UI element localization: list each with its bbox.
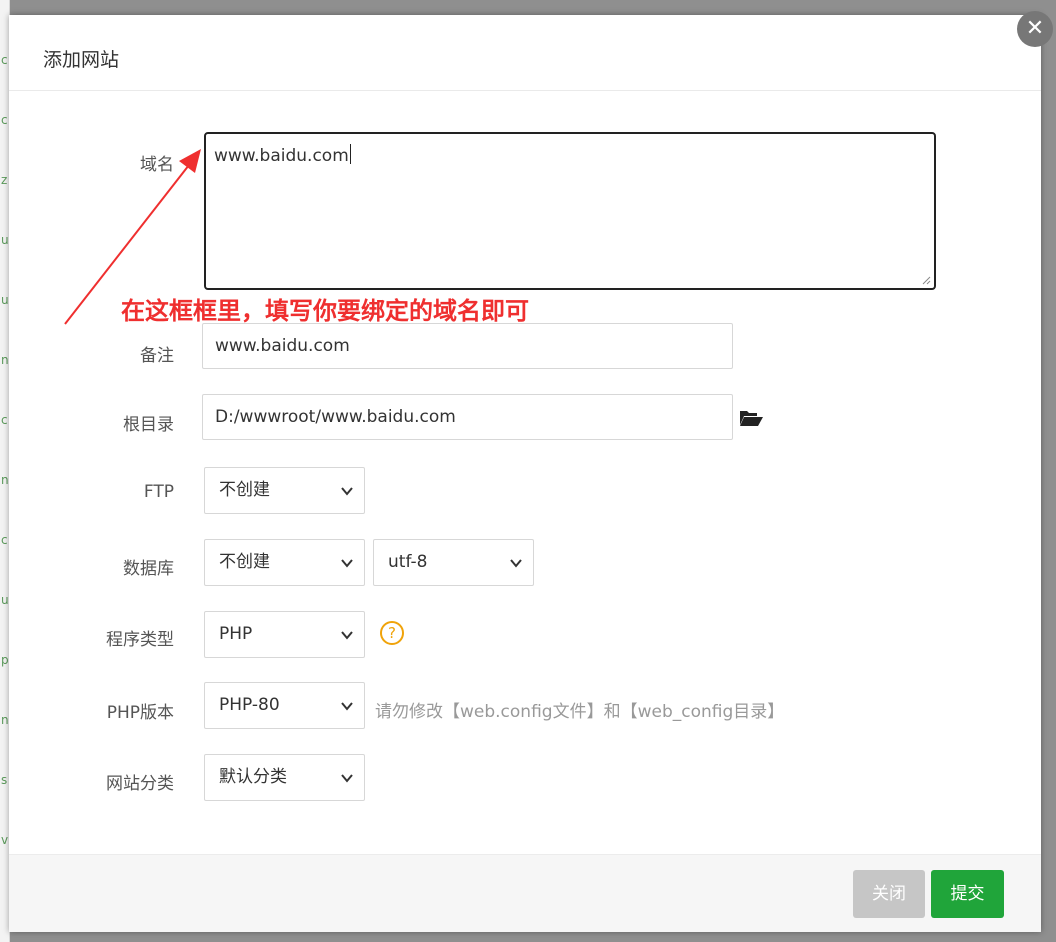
- charset-select[interactable]: utf-8: [373, 539, 534, 586]
- root-dir-label: 根目录: [123, 415, 174, 435]
- background-char: c: [1, 53, 8, 67]
- background-char: v: [1, 833, 9, 847]
- resize-grip-icon[interactable]: [921, 275, 931, 285]
- background-char: z: [1, 173, 8, 187]
- remark-label: 备注: [140, 346, 174, 366]
- background-char: p: [1, 653, 9, 667]
- php-version-hint: 请勿修改【web.config文件】和【web_config目录】: [375, 702, 785, 722]
- background-char: s: [1, 773, 8, 787]
- dialog-title: 添加网站: [43, 49, 120, 71]
- ftp-label: FTP: [143, 482, 174, 502]
- folder-open-icon[interactable]: [738, 406, 764, 428]
- root-dir-value: D:/wwwroot/www.baidu.com: [215, 407, 456, 427]
- annotation-text: 在这框框里，填写你要绑定的域名即可: [121, 297, 529, 325]
- domain-label: 域名: [140, 155, 174, 175]
- domain-value: www.baidu.com: [214, 146, 349, 166]
- charset-selected: utf-8: [388, 552, 428, 572]
- database-label: 数据库: [123, 559, 174, 579]
- ftp-select[interactable]: 不创建: [204, 467, 365, 514]
- text-caret: [349, 144, 351, 164]
- dialog-footer: 关闭 提交: [9, 854, 1041, 932]
- php-version-selected: PHP-80: [219, 695, 280, 715]
- submit-button[interactable]: 提交: [931, 870, 1004, 918]
- background-char: u: [1, 593, 9, 607]
- program-type-select[interactable]: PHP: [204, 611, 365, 658]
- close-button[interactable]: 关闭: [853, 870, 925, 918]
- add-site-dialog: 添加网站 ✕ 域名 www.baidu.com 在这框框里，填写你要绑定的域名即…: [9, 11, 1053, 932]
- remark-input[interactable]: www.baidu.com: [202, 323, 733, 369]
- question-circle-icon[interactable]: ?: [380, 621, 404, 645]
- ftp-selected: 不创建: [219, 480, 270, 500]
- php-version-select[interactable]: PHP-80: [204, 682, 365, 729]
- site-category-label: 网站分类: [106, 774, 174, 794]
- chevron-down-icon: [341, 487, 353, 496]
- background-char: c: [1, 413, 8, 427]
- close-icon[interactable]: ✕: [1017, 11, 1053, 47]
- chevron-down-icon: [341, 559, 353, 568]
- background-char: n: [1, 473, 9, 487]
- root-dir-input[interactable]: D:/wwwroot/www.baidu.com: [202, 394, 733, 440]
- background-char: c: [1, 533, 8, 547]
- background-char: u: [1, 233, 9, 247]
- domain-textarea[interactable]: www.baidu.com: [204, 132, 936, 290]
- site-category-select[interactable]: 默认分类: [204, 754, 365, 801]
- chevron-down-icon: [510, 559, 522, 568]
- chevron-down-icon: [341, 702, 353, 711]
- php-version-label: PHP版本: [106, 703, 174, 723]
- database-selected: 不创建: [219, 552, 270, 572]
- database-select[interactable]: 不创建: [204, 539, 365, 586]
- chevron-down-icon: [341, 774, 353, 783]
- site-category-selected: 默认分类: [219, 767, 287, 787]
- background-char: n: [1, 353, 9, 367]
- program-type-label: 程序类型: [106, 630, 174, 650]
- program-type-selected: PHP: [219, 624, 253, 644]
- remark-value: www.baidu.com: [215, 336, 350, 356]
- background-char: n: [1, 713, 9, 727]
- background-char: c: [1, 113, 8, 127]
- chevron-down-icon: [341, 631, 353, 640]
- background-char: u: [1, 293, 9, 307]
- dialog-header: 添加网站: [9, 15, 1041, 91]
